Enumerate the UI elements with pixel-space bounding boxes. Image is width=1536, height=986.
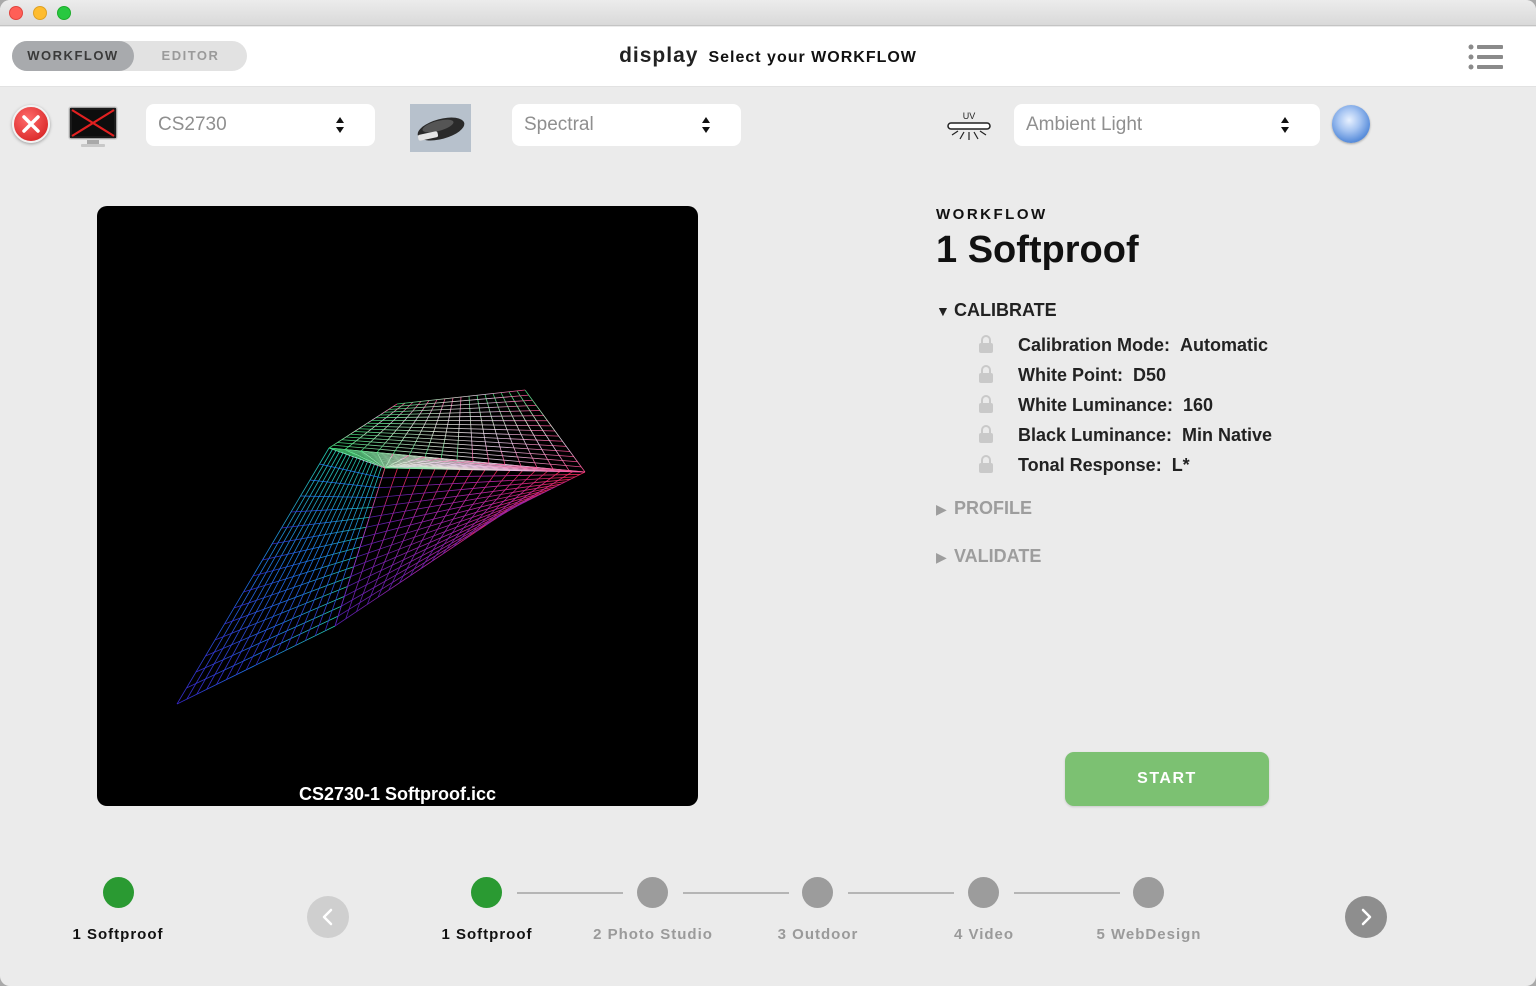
profile-label: PROFILE — [954, 498, 1033, 518]
profile-section-toggle[interactable]: ▶ PROFILE — [936, 498, 1032, 519]
workflow-steps: 1 Softproof 1 Softproof 2 Photo Studio 3… — [0, 860, 1536, 970]
workflow-title: 1 Softproof — [936, 229, 1139, 271]
panel-label: WORKFLOW — [936, 206, 1048, 223]
lock-icon[interactable] — [978, 335, 994, 353]
ambient-select-value: Ambient Light — [1026, 114, 1143, 135]
app-brand: display — [619, 44, 699, 67]
setting-key: Calibration Mode: — [1018, 335, 1170, 355]
page-subtitle: Select your WORKFLOW — [708, 49, 917, 66]
list-menu-icon[interactable] — [1468, 43, 1504, 71]
display-select[interactable]: CS2730 — [146, 104, 375, 146]
setting-value: D50 — [1132, 365, 1167, 385]
workflow-panel: WORKFLOW 1 Softproof ▼ CALIBRATE Calibrat… — [936, 206, 1496, 566]
step-dot[interactable] — [968, 877, 999, 908]
gamut-wireframe — [176, 389, 586, 705]
calibration-settings: Calibration Mode: Automatic White Point: D… — [978, 332, 1272, 482]
uv-filter-icon[interactable]: UV — [946, 110, 992, 142]
step-dot[interactable] — [1133, 877, 1164, 908]
lock-icon[interactable] — [978, 365, 994, 383]
device-toolbar: CS2730 Spectral UV Ambient Light — [0, 100, 1536, 152]
mode-select[interactable]: Spectral — [512, 104, 741, 146]
gamut-mesh-line — [305, 464, 375, 641]
lock-icon[interactable] — [978, 395, 994, 413]
gamut-mesh-line — [496, 471, 573, 519]
colorimeter-device-icon[interactable] — [410, 104, 471, 152]
uv-text: UV — [963, 111, 976, 121]
setting-row-white-luminance: White Luminance: 160 — [978, 392, 1272, 422]
triangle-right-icon: ▶ — [936, 549, 947, 565]
triangle-right-icon: ▶ — [936, 501, 947, 517]
gamut-mesh-line — [378, 476, 576, 489]
setting-row-white-point: White Point: D50 — [978, 362, 1272, 392]
ambient-light-select[interactable]: Ambient Light — [1014, 104, 1320, 146]
app-header: WORKFLOW EDITOR display Select your WORKF… — [0, 27, 1536, 87]
setting-value: Automatic — [1180, 335, 1269, 355]
lock-icon[interactable] — [978, 425, 994, 443]
previous-workflow-button[interactable] — [307, 896, 349, 938]
window-close-button[interactable] — [9, 6, 23, 20]
setting-row-tonal-response: Tonal Response: L* — [978, 452, 1272, 482]
setting-row-calibration-mode: Calibration Mode: Automatic — [978, 332, 1272, 362]
window-zoom-button[interactable] — [57, 6, 71, 20]
lock-icon[interactable] — [978, 455, 994, 473]
step-label[interactable]: 5 WebDesign — [1049, 926, 1249, 943]
gamut-mesh-line — [359, 491, 547, 548]
gamut-mesh-line — [381, 474, 581, 479]
setting-key: Tonal Response: — [1018, 455, 1162, 475]
header-title: display Select your WORKFLOW — [0, 27, 1536, 87]
gamut-mesh-line — [252, 546, 361, 577]
current-workflow-label: 1 Softproof — [72, 926, 164, 943]
step-dot[interactable] — [802, 877, 833, 908]
calibrate-section-toggle[interactable]: ▼ CALIBRATE — [936, 300, 1057, 321]
updown-arrows-icon — [1281, 117, 1289, 133]
gamut-mesh-line — [516, 390, 570, 471]
ambient-sphere-icon[interactable] — [1332, 105, 1370, 143]
chevron-right-icon — [1361, 908, 1372, 926]
next-workflow-button[interactable] — [1345, 896, 1387, 938]
chevron-left-icon — [322, 908, 333, 926]
setting-value: L* — [1171, 455, 1190, 475]
updown-arrows-icon — [702, 117, 710, 133]
gamut-mesh-line — [262, 536, 364, 561]
setting-key: White Point: — [1018, 365, 1123, 385]
step-connector — [517, 892, 623, 894]
setting-value: Min Native — [1182, 425, 1273, 445]
current-workflow-dot — [103, 877, 134, 908]
validate-label: VALIDATE — [954, 546, 1042, 566]
step-connector — [1014, 892, 1120, 894]
setting-key: White Luminance: — [1018, 395, 1174, 415]
updown-arrows-icon — [336, 117, 344, 133]
gamut-mesh-line — [508, 391, 554, 470]
gamut-mesh — [176, 389, 586, 705]
gamut-mesh-line — [314, 465, 379, 636]
profile-filename: CS2730-1 Softproof.icc — [298, 784, 497, 804]
error-close-icon[interactable] — [12, 105, 50, 143]
display-select-value: CS2730 — [158, 114, 227, 135]
step-connector — [848, 892, 954, 894]
setting-key: Black Luminance: — [1018, 425, 1173, 445]
step-dot[interactable] — [471, 877, 502, 908]
app-window: WORKFLOW EDITOR display Select your WORKF… — [0, 0, 1536, 986]
calibrate-label: CALIBRATE — [954, 300, 1057, 320]
title-bar — [0, 0, 1536, 26]
setting-value: 160 — [1183, 395, 1214, 415]
gamut-mesh-line — [275, 460, 365, 656]
start-button[interactable]: START — [1065, 752, 1269, 806]
validate-section-toggle[interactable]: ▶ VALIDATE — [936, 546, 1041, 567]
gamut-viewer[interactable]: CS2730-1 Softproof.icc — [97, 206, 698, 806]
triangle-down-icon: ▼ — [936, 303, 950, 319]
gamut-mesh-line — [265, 459, 361, 661]
mode-select-value: Spectral — [524, 114, 594, 135]
setting-row-black-luminance: Black Luminance: Min Native — [978, 422, 1272, 452]
window-minimize-button[interactable] — [33, 6, 47, 20]
monitor-disconnected-icon[interactable] — [67, 105, 119, 149]
step-dot[interactable] — [637, 877, 668, 908]
step-connector — [683, 892, 789, 894]
